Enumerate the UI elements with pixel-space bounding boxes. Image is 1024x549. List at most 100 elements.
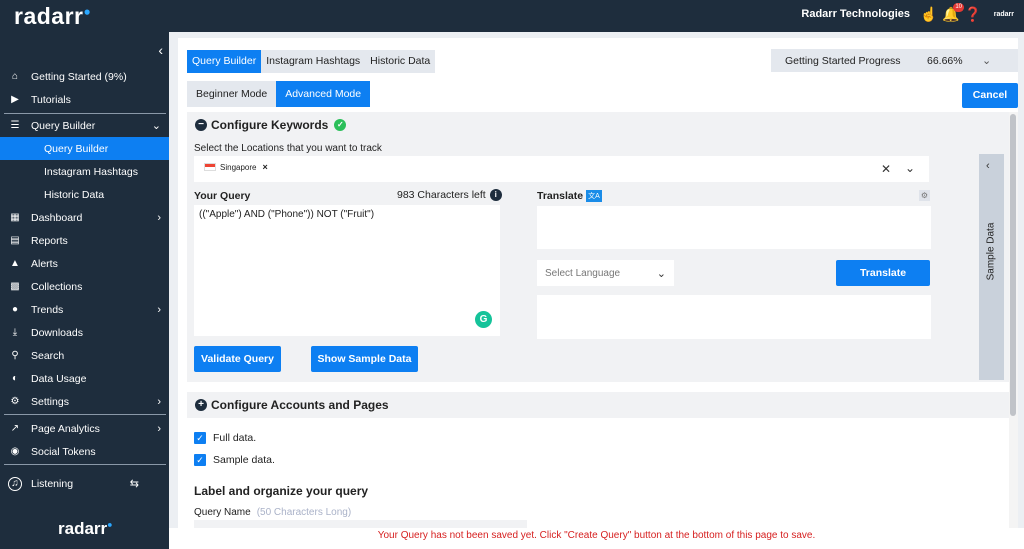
- sidebar-item-query-builder[interactable]: ☰ Query Builder ⌄: [0, 114, 169, 137]
- tab-historic-data[interactable]: Historic Data: [365, 50, 435, 73]
- sidebar-item-page-analytics[interactable]: ↗ Page Analytics ›: [0, 417, 169, 440]
- progress-label: Getting Started Progress: [785, 54, 901, 67]
- grid-icon: ▦: [10, 212, 20, 223]
- sidebar-item-label: Search: [31, 349, 65, 362]
- unsaved-warning: Your Query has not been saved yet. Click…: [169, 528, 1024, 549]
- swap-icon[interactable]: ⇆: [130, 477, 139, 490]
- sidebar-subitem-historic-data[interactable]: Historic Data: [0, 183, 169, 206]
- location-select[interactable]: Singapore × ✕ ⌄: [194, 156, 929, 182]
- full-data-label: Full data.: [213, 432, 257, 444]
- sidebar-item-reports[interactable]: ▤ Reports: [0, 229, 169, 252]
- checkbox-checked-icon[interactable]: ✓: [194, 454, 206, 466]
- chevron-down-icon: ⌄: [982, 55, 992, 67]
- sidebar-item-label: Dashboard: [31, 211, 83, 224]
- listening-icon: ♫: [8, 476, 22, 491]
- full-data-option[interactable]: ✓ Full data.: [194, 432, 256, 444]
- sidebar-item-social-tokens[interactable]: ◉ Social Tokens: [0, 440, 169, 463]
- sidebar-item-label: Page Analytics: [31, 422, 100, 435]
- query-name-input[interactable]: [194, 520, 527, 528]
- sidebar-item-label: Settings: [31, 395, 69, 408]
- sidebar-item-alerts[interactable]: ▲ Alerts: [0, 252, 169, 275]
- sidebar-item-trends[interactable]: ● Trends ›: [0, 298, 169, 321]
- query-label: Your Query: [194, 190, 251, 202]
- chevron-right-icon: ›: [157, 211, 161, 224]
- cancel-button[interactable]: Cancel: [962, 83, 1018, 108]
- chevron-right-icon: ›: [157, 395, 161, 408]
- scrollbar[interactable]: [1009, 112, 1018, 528]
- top-bar: radarr● Radarr Technologies ☝ 🔔 10 ❓ rada…: [0, 0, 1024, 32]
- sidebar-item-label: Getting Started (9%): [31, 70, 127, 83]
- bell-icon[interactable]: 🔔 10: [942, 3, 964, 23]
- sidebar-item-settings[interactable]: ⚙ Settings ›: [0, 390, 169, 413]
- chevron-down-icon: ⌄: [151, 120, 161, 132]
- sidebar-item-search[interactable]: ⚲ Search: [0, 344, 169, 367]
- translate-icon: 文A: [586, 190, 602, 202]
- expand-icon: +: [195, 399, 207, 411]
- query-name-text: Query Name: [194, 507, 251, 518]
- settings-icon[interactable]: ⚙: [919, 190, 930, 201]
- chevron-down-icon: ⌄: [656, 267, 666, 280]
- sidebar-item-getting-started[interactable]: ⌂ Getting Started (9%): [0, 65, 169, 88]
- account-logo[interactable]: radarr: [994, 11, 1014, 18]
- configure-keywords-header[interactable]: − Configure Keywords ✓: [195, 118, 347, 132]
- info-icon[interactable]: i: [489, 189, 502, 201]
- configure-keywords-section: − Configure Keywords ✓ Select the Locati…: [187, 112, 1009, 382]
- sidebar-item-listening[interactable]: ♫ Listening ⇆: [0, 472, 169, 495]
- getting-started-progress[interactable]: Getting Started Progress 66.66% ⌄: [771, 49, 1018, 72]
- sidebar-item-label: Collections: [31, 280, 83, 293]
- sample-data-panel[interactable]: ‹ Sample Data: [979, 154, 1004, 380]
- sidebar-item-tutorials[interactable]: ▶ Tutorials: [0, 88, 169, 111]
- grammarly-icon[interactable]: G: [475, 311, 492, 328]
- singapore-flag-icon: [204, 163, 216, 171]
- translate-output[interactable]: [537, 295, 931, 339]
- check-icon: ✓: [334, 119, 347, 131]
- database-icon: ☰: [10, 120, 20, 131]
- section-title: Configure Accounts and Pages: [211, 398, 389, 412]
- tab-instagram-hashtags[interactable]: Instagram Hashtags: [261, 50, 365, 73]
- sidebar-item-dashboard[interactable]: ▦ Dashboard ›: [0, 206, 169, 229]
- gauge-icon: ◐: [11, 373, 19, 384]
- advanced-mode-button[interactable]: Advanced Mode: [276, 81, 371, 107]
- scrollbar-thumb[interactable]: [1010, 114, 1016, 416]
- clear-icon[interactable]: ✕: [881, 162, 891, 176]
- help-icon[interactable]: ❓: [964, 5, 982, 23]
- query-textarea[interactable]: (("Apple") AND ("Phone")) NOT ("Fruit") …: [194, 205, 500, 336]
- query-name-hint: (50 Characters Long): [256, 507, 352, 518]
- show-sample-data-button[interactable]: Show Sample Data: [311, 346, 418, 372]
- translate-input[interactable]: [537, 206, 931, 249]
- checkbox-checked-icon[interactable]: ✓: [194, 432, 206, 444]
- sidebar-subitem-instagram-hashtags[interactable]: Instagram Hashtags: [0, 160, 169, 183]
- tab-query-builder[interactable]: Query Builder: [187, 50, 262, 73]
- sample-data-label: Sample data.: [213, 454, 275, 466]
- brand-logo[interactable]: radarr●: [14, 3, 91, 30]
- translate-button[interactable]: Translate: [836, 260, 930, 286]
- validate-query-button[interactable]: Validate Query: [194, 346, 281, 372]
- characters-left-text: 983 Characters left: [397, 189, 486, 201]
- token-icon: ◉: [10, 446, 20, 457]
- beginner-mode-button[interactable]: Beginner Mode: [187, 81, 276, 107]
- sidebar-item-collections[interactable]: ▩ Collections: [0, 275, 169, 298]
- sidebar-item-label: Data Usage: [31, 372, 87, 385]
- language-select[interactable]: Select Language ⌄: [537, 260, 674, 286]
- configure-accounts-header[interactable]: + Configure Accounts and Pages: [195, 398, 389, 412]
- tab-bar: Query Builder Instagram Hashtags Histori…: [187, 50, 436, 73]
- sidebar-subitem-query-builder[interactable]: Query Builder: [0, 137, 169, 160]
- sidebar-item-label: Tutorials: [31, 93, 71, 106]
- location-label: Select the Locations that you want to tr…: [194, 143, 382, 154]
- query-name-label: Query Name (50 Characters Long): [194, 507, 351, 518]
- configure-accounts-section: + Configure Accounts and Pages: [187, 392, 1009, 418]
- chevron-down-icon[interactable]: ⌄: [905, 161, 915, 175]
- language-placeholder: Select Language: [545, 267, 621, 279]
- progress-value: 66.66%: [927, 54, 963, 67]
- sidebar-item-data-usage[interactable]: ◐ Data Usage: [0, 367, 169, 390]
- remove-chip-icon[interactable]: ×: [262, 162, 267, 172]
- company-name[interactable]: Radarr Technologies: [801, 8, 910, 20]
- main-content: Query Builder Instagram Hashtags Histori…: [178, 38, 1018, 528]
- search-icon: ⚲: [11, 350, 19, 361]
- sidebar-item-downloads[interactable]: ⤓ Downloads: [0, 321, 169, 344]
- hand-icon[interactable]: ☝: [920, 5, 938, 23]
- chevron-right-icon: ›: [157, 422, 161, 435]
- warning-icon: ▲: [10, 258, 20, 269]
- collapse-sidebar-icon[interactable]: ‹: [158, 42, 163, 58]
- sample-data-option[interactable]: ✓ Sample data.: [194, 454, 275, 466]
